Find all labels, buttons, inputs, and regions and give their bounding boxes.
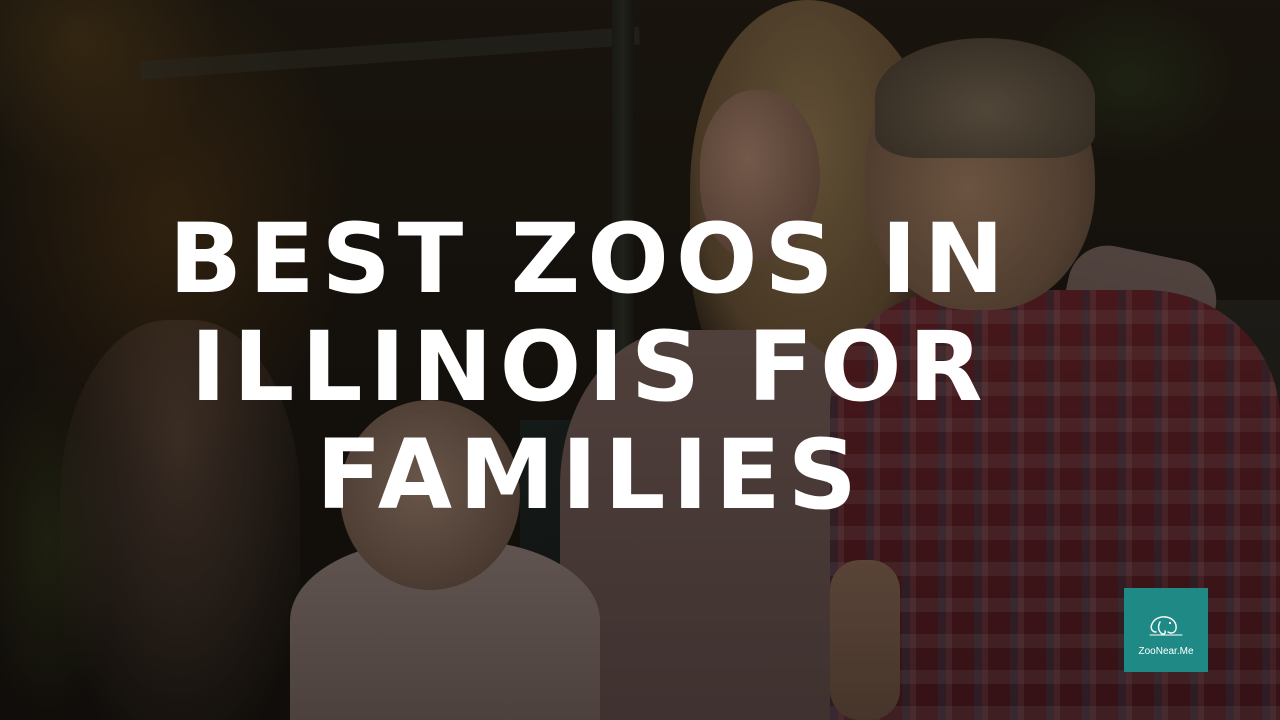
- headline-line-3: FAMILIES: [316, 419, 864, 531]
- headline-line-1: BEST ZOOS IN: [168, 203, 1012, 315]
- zoonearme-logo[interactable]: ZooNear.Me: [1124, 588, 1208, 672]
- headline-title: BEST ZOOS IN ILLINOIS FOR FAMILIES: [150, 205, 1030, 529]
- headline-line-2: ILLINOIS FOR: [190, 311, 990, 423]
- logo-text: ZooNear.Me: [1138, 646, 1194, 657]
- hero-banner: BEST ZOOS IN ILLINOIS FOR FAMILIES ZooNe…: [0, 0, 1280, 720]
- elephant-outline-icon: [1149, 616, 1183, 636]
